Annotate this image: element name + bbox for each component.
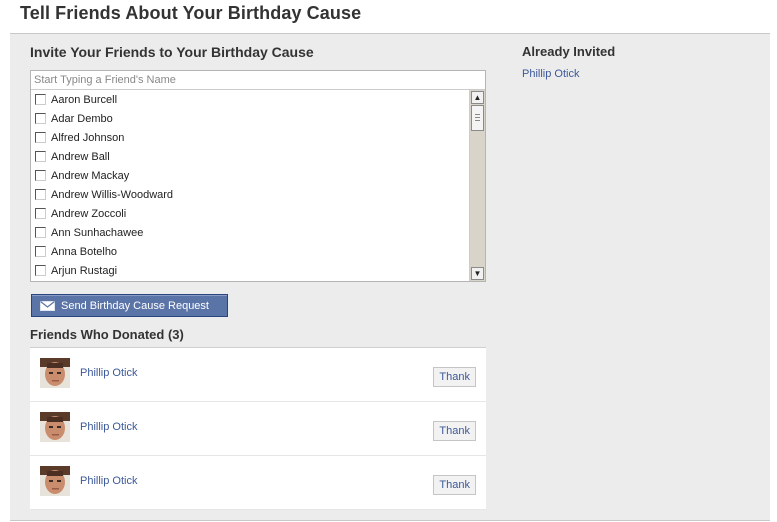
send-request-label: Send Birthday Cause Request <box>61 299 209 312</box>
friend-list-item[interactable]: Alfred Johnson <box>31 128 469 147</box>
friend-list-item[interactable]: Adar Dembo <box>31 109 469 128</box>
thank-button[interactable]: Thank <box>433 421 476 441</box>
friend-checkbox[interactable] <box>35 227 46 238</box>
friend-checkbox[interactable] <box>35 113 46 124</box>
friend-name: Anna Botelho <box>51 245 118 258</box>
donor-row: Phillip Otick Thank <box>30 402 486 456</box>
friend-list-item[interactable]: Arjun Rustagi <box>31 261 469 280</box>
friend-name: Andrew Willis-Woodward <box>51 188 174 201</box>
invited-friend-link[interactable]: Phillip Otick <box>522 68 579 80</box>
friend-name: Andrew Zoccoli <box>51 207 127 220</box>
arrow-up-icon[interactable]: ▲ <box>471 91 484 104</box>
scroll-thumb[interactable] <box>471 105 484 131</box>
friend-checkbox[interactable] <box>35 246 46 257</box>
invite-heading: Invite Your Friends to Your Birthday Cau… <box>30 44 314 60</box>
friend-list-item[interactable]: Ann Sunhachawee <box>31 223 469 242</box>
friend-list-item[interactable]: Aaron Burcell <box>31 90 469 109</box>
page-title: Tell Friends About Your Birthday Cause <box>20 3 362 23</box>
friend-list-item[interactable]: Anna Botelho <box>31 242 469 261</box>
friend-checkbox[interactable] <box>35 132 46 143</box>
friend-name: Adar Dembo <box>51 112 113 125</box>
friend-name: Andrew Ball <box>51 150 110 163</box>
donor-row: Phillip Otick Thank <box>30 456 486 510</box>
friend-checkbox[interactable] <box>35 170 46 181</box>
avatar[interactable] <box>40 358 70 388</box>
donor-row: Phillip Otick Thank <box>30 348 486 402</box>
friend-name: Andrew Mackay <box>51 169 130 182</box>
friend-list-item[interactable]: Andrew Ball <box>31 147 469 166</box>
thank-button[interactable]: Thank <box>433 475 476 495</box>
friend-name: Arjun Rustagi <box>51 264 118 277</box>
friend-name: Ann Sunhachawee <box>51 226 144 239</box>
donor-name-link[interactable]: Phillip Otick <box>80 367 137 379</box>
thank-button[interactable]: Thank <box>433 367 476 387</box>
friend-list-item[interactable]: Andrew Zoccoli <box>31 204 469 223</box>
cause-panel: Invite Your Friends to Your Birthday Cau… <box>10 33 770 521</box>
avatar[interactable] <box>40 466 70 496</box>
friend-name: Aaron Burcell <box>51 93 118 106</box>
friend-search-input[interactable] <box>31 71 485 90</box>
donor-list: Phillip Otick Thank Phillip Otick Thank <box>30 347 486 510</box>
friend-list-scrollbar[interactable]: ▲ ▼ <box>469 90 485 281</box>
send-request-button[interactable]: Send Birthday Cause Request <box>31 294 228 317</box>
avatar[interactable] <box>40 412 70 442</box>
friend-checkbox[interactable] <box>35 151 46 162</box>
friend-list-item[interactable]: Andrew Willis-Woodward <box>31 185 469 204</box>
friend-list: Aaron Burcell Adar Dembo Alfred Johnson … <box>31 90 469 281</box>
friend-list-item[interactable]: Andrew Mackay <box>31 166 469 185</box>
friend-name: Alfred Johnson <box>51 131 125 144</box>
donor-name-link[interactable]: Phillip Otick <box>80 421 137 433</box>
donated-heading: Friends Who Donated (3) <box>30 327 184 342</box>
friend-checkbox[interactable] <box>35 208 46 219</box>
arrow-down-icon[interactable]: ▼ <box>471 267 484 280</box>
friend-checkbox[interactable] <box>35 265 46 276</box>
envelope-icon <box>40 300 55 311</box>
friend-selector: Aaron Burcell Adar Dembo Alfred Johnson … <box>30 70 486 282</box>
already-invited-heading: Already Invited <box>522 44 616 59</box>
friend-checkbox[interactable] <box>35 94 46 105</box>
donor-name-link[interactable]: Phillip Otick <box>80 475 137 487</box>
friend-checkbox[interactable] <box>35 189 46 200</box>
